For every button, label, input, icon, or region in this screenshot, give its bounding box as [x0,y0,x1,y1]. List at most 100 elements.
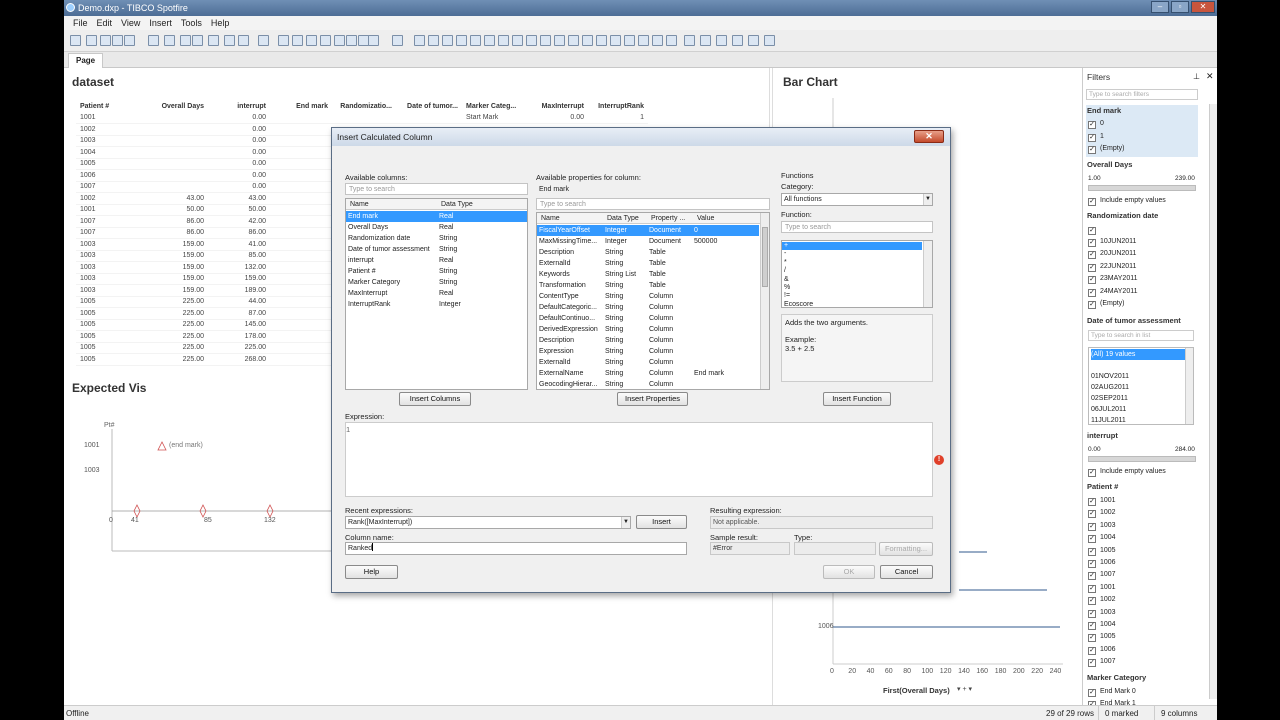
toolbar-tool-33-icon[interactable] [568,35,579,46]
toolbar-tool-3-icon[interactable] [112,35,123,46]
column-list-item[interactable]: End mark Real [346,211,527,222]
property-list-item[interactable]: GeocodingHierar... String Column [537,379,759,389]
column-list-item[interactable]: InterruptRank Integer [346,299,527,310]
menu-help[interactable]: Help [211,16,230,30]
column-header[interactable]: Patient # [76,101,146,112]
toolbar-tool-20-icon[interactable] [368,35,379,46]
date-tumor-item[interactable]: (All) 19 values [1091,349,1185,360]
date-tumor-item[interactable] [1091,360,1185,371]
recent-expressions-select[interactable]: Rank([MaxInterrupt]) ▼ [345,516,631,529]
toolbar-tool-9-icon[interactable] [208,35,219,46]
toolbar-tool-35-icon[interactable] [596,35,607,46]
patient-filter-item[interactable]: ✓ 1005 [1088,545,1116,556]
toolbar-tool-36-icon[interactable] [610,35,621,46]
toolbar-tool-37-icon[interactable] [624,35,635,46]
end-mark-filter-item[interactable]: ✓ 1 [1088,131,1104,142]
column-header[interactable]: MaxInterrupt [528,101,588,112]
function-list[interactable]: + - * / &% != Ecoscore [781,240,933,308]
column-list-item[interactable]: Marker Category String [346,277,527,288]
property-list-item[interactable]: Transformation String Table [537,280,759,291]
prop-header-datatype[interactable]: Data Type [607,213,639,224]
function-list-item[interactable]: / [782,267,922,275]
toolbar-tool-30-icon[interactable] [526,35,537,46]
date-tumor-list[interactable]: (All) 19 values 01NOV2011 02AUG2011 02SEP20… [1088,347,1194,425]
insert-columns-button[interactable]: Insert Columns [399,392,471,406]
property-list-item[interactable]: ExternalId String Column [537,357,759,368]
toolbar-tool-18-icon[interactable] [346,35,357,46]
prop-header-name[interactable]: Name [541,213,560,224]
ok-button[interactable]: OK [823,565,875,579]
close-filters-icon[interactable]: ✕ [1206,71,1214,82]
insert-properties-button[interactable]: Insert Properties [617,392,688,406]
toolbar-tool-38-icon[interactable] [638,35,649,46]
function-list-scrollbar[interactable] [923,241,932,307]
property-list-item[interactable]: MaxMissingTime... Integer Document 500000 [537,236,759,247]
toolbar-tool-26-icon[interactable] [470,35,481,46]
column-header[interactable]: interrupt [208,101,270,112]
property-list-item[interactable]: Keywords String List Table [537,269,759,280]
patient-filter-item[interactable]: ✓ 1004 [1088,619,1116,630]
function-list-item[interactable]: & [782,276,922,284]
property-list-item[interactable]: ExternalName String Column End mark [537,368,759,379]
patient-filter-item[interactable]: ✓ 1004 [1088,532,1116,544]
toolbar-tool-0-icon[interactable] [70,35,81,46]
overall-days-include-empty[interactable]: ✓ Include empty values [1088,195,1166,206]
insert-button[interactable]: Insert [636,515,687,529]
properties-scrollbar[interactable] [760,213,769,389]
patient-filter-item[interactable]: ✓ 1001 [1088,495,1116,506]
property-list-item[interactable]: DefaultContinuo... String Column [537,313,759,324]
date-tumor-item[interactable]: 02SEP2011 [1091,393,1185,404]
marker-category-filter-item[interactable]: ✓ End Mark 0 [1088,686,1136,697]
patient-filter-item[interactable]: ✓ 1003 [1088,607,1116,618]
function-search-input[interactable]: Type to search [781,221,933,233]
error-icon[interactable]: ! [934,455,944,465]
menu-view[interactable]: View [121,16,140,30]
columns-search-input[interactable]: Type to search [345,183,528,195]
marker-category-filter-item[interactable]: ✓ End Mark 1 [1088,698,1136,705]
toolbar-tool-14-icon[interactable] [292,35,303,46]
patient-filter-item[interactable]: ✓ 1006 [1088,644,1116,655]
date-tumor-item[interactable]: 02AUG2011 [1091,382,1185,393]
minimize-icon[interactable]: – [1151,1,1169,13]
toolbar-tool-10-icon[interactable] [224,35,235,46]
property-list-item[interactable]: Expression String Column [537,346,759,357]
maximize-icon[interactable]: ▫ [1171,1,1189,13]
toolbar-tool-13-icon[interactable] [278,35,289,46]
expression-editor[interactable]: 1 [345,422,933,497]
toolbar-tool-16-icon[interactable] [320,35,331,46]
patient-filter-item[interactable]: ✓ 1007 [1088,569,1116,581]
patient-filter-item[interactable]: ✓ 1002 [1088,594,1116,606]
column-header[interactable]: End mark [270,101,332,112]
column-list-item[interactable]: Overall Days Real [346,222,527,233]
date-tumor-item[interactable]: 06JUL2011 [1091,404,1185,415]
toolbar-tool-22-icon[interactable] [414,35,425,46]
formatting-button[interactable]: Formatting... [879,542,933,556]
toolbar-tool-41-icon[interactable] [684,35,695,46]
column-header[interactable]: Overall Days [146,101,208,112]
insert-function-button[interactable]: Insert Function [823,392,891,406]
toolbar-tool-12-icon[interactable] [258,35,269,46]
category-select[interactable]: All functions ▼ [781,193,933,206]
interrupt-slider[interactable] [1088,456,1196,462]
end-mark-filter-item[interactable]: ✓ 0 [1088,118,1104,129]
filters-scrollbar[interactable] [1209,104,1217,699]
close-window-icon[interactable]: ✕ [1191,1,1215,13]
column-list-item[interactable]: Randomization date String [346,233,527,244]
property-list-item[interactable]: FiscalYearOffset Integer Document 0 [537,225,759,236]
menu-insert[interactable]: Insert [149,16,172,30]
randomization-date-all[interactable]: ✓ [1088,224,1100,235]
property-list-item[interactable]: DerivedExpression String Column [537,324,759,335]
toolbar-tool-45-icon[interactable] [748,35,759,46]
overall-days-slider[interactable] [1088,185,1196,191]
prop-header-property[interactable]: Property ... [651,213,685,224]
patient-filter-item[interactable]: ✓ 1006 [1088,557,1116,568]
column-list-item[interactable]: Patient # String [346,266,527,277]
toolbar-tool-46-icon[interactable] [764,35,775,46]
col-header-name[interactable]: Name [350,199,369,210]
toolbar-tool-44-icon[interactable] [732,35,743,46]
randomization-date-filter-item[interactable]: ✓ 23MAY2011 [1088,273,1138,285]
available-properties-list[interactable]: Name Data Type Property ... Value Fiscal… [536,212,770,390]
toolbar-tool-21-icon[interactable] [392,35,403,46]
pin-icon[interactable]: ⊥ [1193,72,1200,81]
date-tumor-item[interactable]: 01NOV2011 [1091,371,1185,382]
